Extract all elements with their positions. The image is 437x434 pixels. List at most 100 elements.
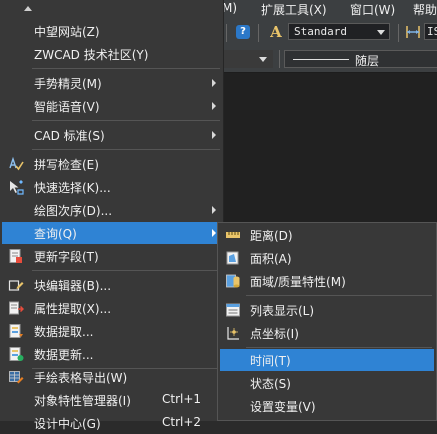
chevron-right-icon [212, 79, 216, 87]
inquiry-submenu: 距离(D) 面积(A) 面域/质量特性(M) 列表显示(L) 点坐标(I) 时间… [217, 222, 437, 421]
submenu-item-label: 点坐标(I) [250, 327, 299, 341]
menu-item-block-editor[interactable]: 块编辑器(B)... [2, 274, 222, 296]
submenu-item-set-variable[interactable]: 设置变量(V) [220, 395, 434, 417]
menu-item-smart-voice[interactable]: 智能语音(V) [2, 95, 222, 117]
linetype-select[interactable]: 随层 [284, 50, 437, 68]
submenu-item-mass-properties[interactable]: 面域/质量特性(M) [220, 270, 434, 292]
layer-properties-toolbar: 随层 [220, 46, 437, 73]
menu-item-shortcut: Ctrl+1 [162, 392, 202, 406]
menu-item-spell-check[interactable]: 拼写检查(E) [2, 153, 222, 175]
distance-icon [226, 232, 240, 238]
menu-item-label: 对象特性管理器(I) [34, 394, 131, 408]
menu-separator [32, 120, 220, 121]
menu-separator [32, 149, 220, 150]
quick-select-icon [10, 180, 24, 195]
chevron-down-icon[interactable] [259, 57, 267, 62]
linetype-value: 随层 [355, 54, 380, 68]
menubar-item-extension-tools[interactable]: 扩展工具(X) [261, 1, 327, 18]
menu-item-shortcut: Ctrl+2 [162, 415, 202, 429]
menu-item-label: 属性提取(X)... [34, 302, 112, 316]
submenu-item-point-coordinate[interactable]: 点坐标(I) [220, 322, 434, 344]
point-coordinate-icon [227, 327, 239, 340]
submenu-item-list[interactable]: 列表显示(L) [220, 299, 434, 321]
chevron-right-icon [212, 229, 216, 237]
submenu-item-label: 列表显示(L) [250, 304, 315, 318]
styles-toolbar: ? A Standard IS [220, 18, 437, 47]
submenu-item-status[interactable]: 状态(S) [220, 372, 434, 394]
spell-check-icon [9, 156, 24, 171]
dimension-style-value: IS [427, 25, 437, 38]
mass-properties-icon [226, 274, 240, 288]
menu-item-update-fields[interactable]: 更新字段(T) [2, 245, 222, 267]
menu-item-data-update[interactable]: 数据更新... [2, 343, 222, 365]
menu-item-cad-standards[interactable]: CAD 标准(S) [2, 124, 222, 146]
menu-item-label: 拼写检查(E) [34, 158, 99, 172]
menu-separator [246, 295, 432, 296]
context-menu: 中望网站(Z) ZWCAD 技术社区(Y) 手势精灵(M) 智能语音(V) CA… [0, 0, 224, 431]
menu-item-properties-manager[interactable]: 对象特性管理器(I) Ctrl+1 [2, 389, 222, 411]
submenu-item-time[interactable]: 时间(T) [220, 349, 434, 371]
area-icon [226, 251, 239, 265]
help-icon[interactable]: ? [236, 25, 250, 39]
chevron-up-icon [24, 6, 32, 11]
data-extract-icon [9, 324, 23, 338]
menu-item-label: 手绘表格导出(W) [34, 371, 128, 385]
toolbar-separator [258, 24, 259, 42]
menu-item-label: 手势精灵(M) [34, 77, 102, 91]
dimension-style-select[interactable]: IS [424, 23, 437, 40]
toolbar-separator [226, 24, 227, 42]
chevron-right-icon [212, 206, 216, 214]
linetype-preview [293, 59, 349, 60]
table-export-icon [9, 371, 24, 384]
toolbar-separator [398, 24, 399, 42]
menu-item-draw-order[interactable]: 绘图次序(D)... [2, 199, 222, 221]
menu-item-quick-select[interactable]: 快速选择(K)... [2, 176, 222, 198]
menu-item-label: 数据更新... [34, 348, 94, 362]
chevron-right-icon [212, 131, 216, 139]
menu-item-label: 更新字段(T) [34, 250, 99, 264]
data-update-icon [9, 347, 24, 361]
menu-item-design-center[interactable]: 设计中心(G) Ctrl+2 [2, 412, 222, 434]
menu-item-tech-community[interactable]: ZWCAD 技术社区(Y) [2, 43, 222, 65]
menu-item-label: 智能语音(V) [34, 100, 100, 114]
menu-item-zwcad-website[interactable]: 中望网站(Z) [2, 20, 222, 42]
submenu-item-label: 面域/质量特性(M) [250, 275, 346, 289]
submenu-item-label: 设置变量(V) [250, 400, 316, 414]
submenu-item-label: 状态(S) [250, 377, 291, 391]
dimension-style-icon[interactable] [404, 23, 422, 41]
menu-item-label: 设计中心(G) [34, 417, 101, 431]
menu-separator [32, 68, 220, 69]
menu-item-label: 查询(Q) [34, 227, 77, 241]
menu-bar: M) 扩展工具(X) 窗口(W) 帮助 [220, 0, 437, 18]
menu-item-label: 绘图次序(D)... [34, 204, 113, 218]
submenu-item-label: 时间(T) [250, 354, 291, 368]
menu-item-label: 数据提取... [34, 325, 94, 339]
attribute-extract-icon [9, 301, 24, 315]
menu-scroll-up[interactable] [0, 0, 224, 19]
text-style-icon[interactable]: A [267, 23, 285, 41]
submenu-item-label: 面积(A) [250, 252, 292, 266]
menu-item-attribute-extraction[interactable]: 属性提取(X)... [2, 297, 222, 319]
chevron-down-icon[interactable] [377, 30, 385, 35]
block-editor-icon [8, 280, 24, 291]
layer-select[interactable] [220, 50, 273, 68]
submenu-item-area[interactable]: 面积(A) [220, 247, 434, 269]
menubar-item-window[interactable]: 窗口(W) [350, 1, 395, 18]
list-icon [226, 303, 240, 317]
update-field-icon [9, 249, 22, 263]
menu-item-gesture-wizard[interactable]: 手势精灵(M) [2, 72, 222, 94]
menubar-item-help[interactable]: 帮助 [413, 1, 437, 18]
menu-item-table-export[interactable]: 手绘表格导出(W) [2, 366, 222, 388]
menu-item-inquiry[interactable]: 查询(Q) [2, 222, 222, 244]
menu-item-label: 块编辑器(B)... [34, 279, 112, 293]
menu-item-data-extraction[interactable]: 数据提取... [2, 320, 222, 342]
menu-item-label: CAD 标准(S) [34, 129, 105, 143]
menu-separator [32, 270, 220, 271]
menu-separator [246, 347, 432, 348]
menu-item-label: ZWCAD 技术社区(Y) [34, 48, 149, 62]
submenu-item-distance[interactable]: 距离(D) [220, 224, 434, 246]
submenu-item-label: 距离(D) [250, 229, 293, 243]
text-style-select[interactable]: Standard [288, 23, 390, 40]
menubar-item-m[interactable]: M) [222, 1, 237, 15]
chevron-right-icon [212, 102, 216, 110]
